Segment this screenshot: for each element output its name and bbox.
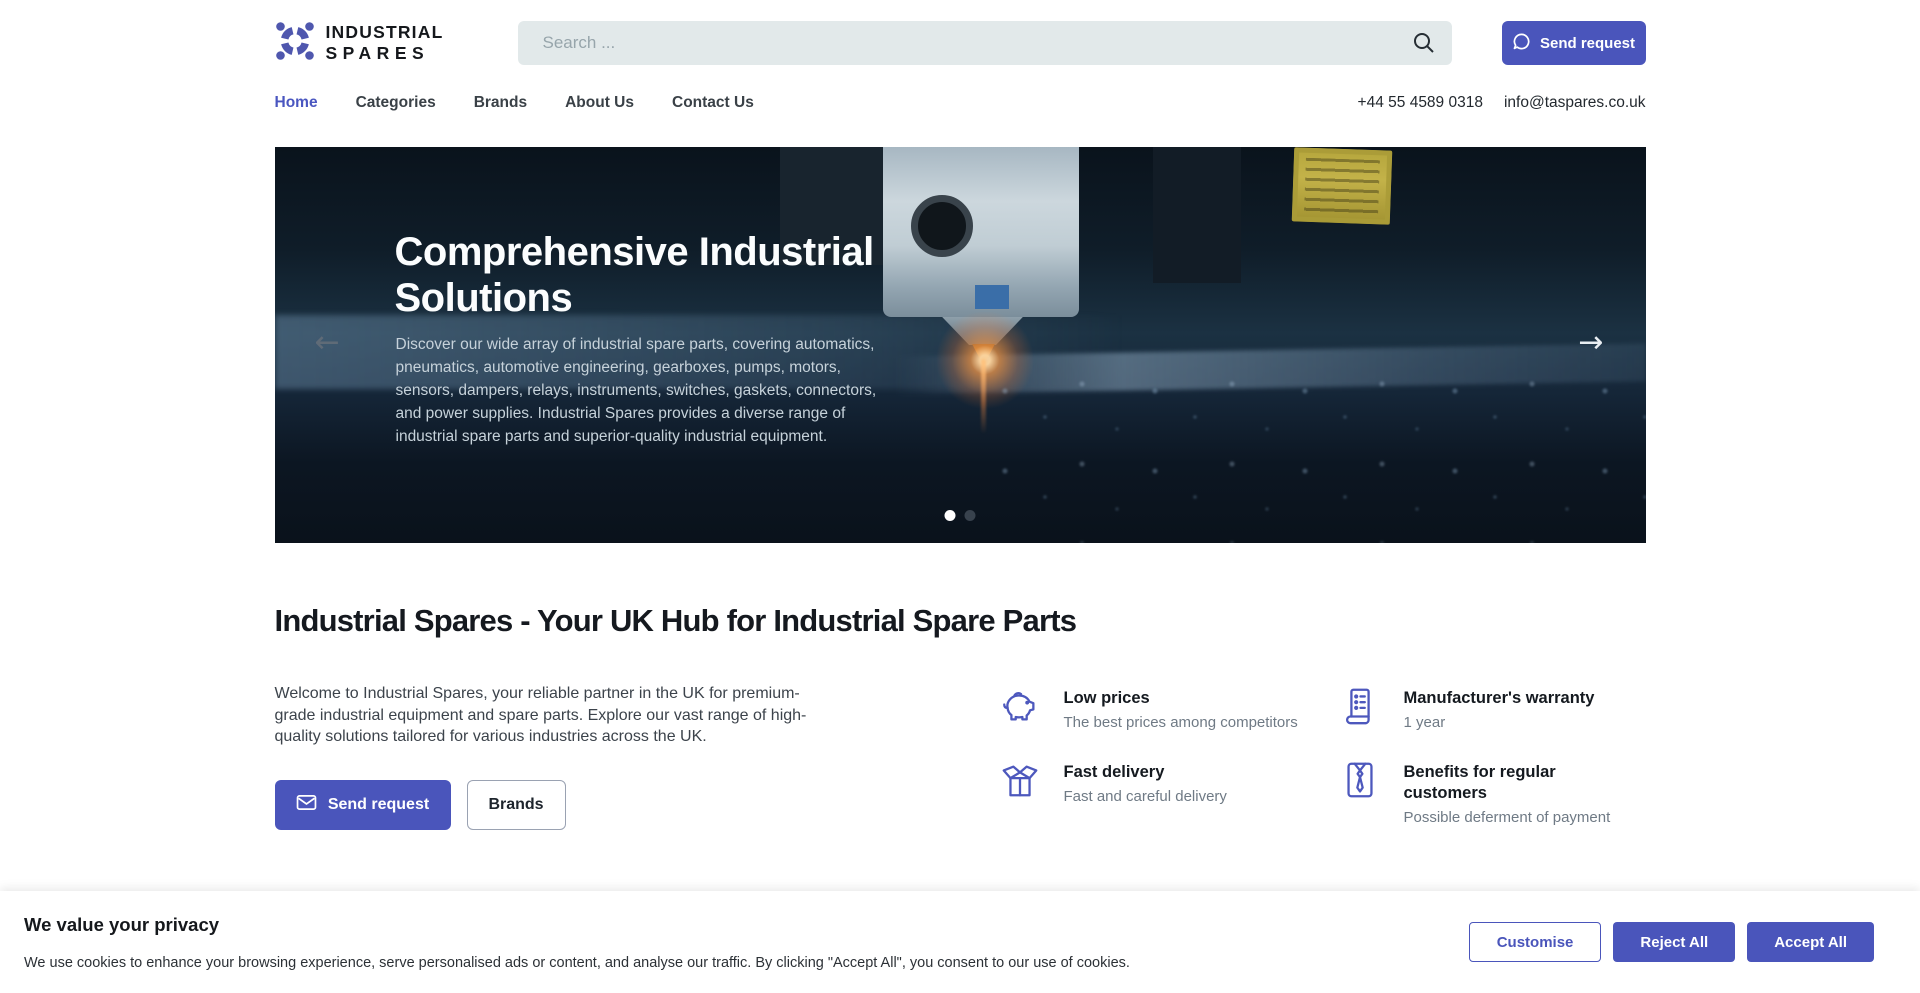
brand-name-line2: SPARES (326, 45, 444, 63)
open-box-icon (999, 759, 1041, 801)
laser-cutter-lens (911, 195, 973, 257)
carousel-dot-2[interactable] (965, 510, 976, 521)
nav-item-about-us[interactable]: About Us (565, 94, 634, 112)
brand-name: INDUSTRIAL SPARES (326, 24, 444, 62)
feature-benefits: Benefits for regular customers Possible … (1339, 759, 1646, 826)
nav-links: Home Categories Brands About Us Contact … (275, 94, 754, 112)
feature-title: Benefits for regular customers (1404, 762, 1579, 804)
carousel-dot-1[interactable] (945, 510, 956, 521)
brand-logo-icon (275, 21, 315, 66)
hero-title-line2: Solutions (395, 276, 573, 320)
carousel-next-arrow-icon[interactable]: → (1578, 325, 1603, 361)
feature-subtitle: Possible deferment of payment (1404, 809, 1611, 826)
feature-subtitle: The best prices among competitors (1064, 714, 1298, 731)
nav-item-contact-us[interactable]: Contact Us (672, 94, 754, 112)
search-icon[interactable] (1412, 31, 1436, 55)
accept-all-button[interactable]: Accept All (1747, 922, 1874, 962)
feature-text: Manufacturer's warranty 1 year (1404, 685, 1595, 731)
feature-title: Fast delivery (1064, 762, 1227, 783)
piggy-bank-icon (999, 685, 1041, 727)
customise-button[interactable]: Customise (1469, 922, 1602, 962)
feature-low-prices: Low prices The best prices among competi… (999, 685, 1339, 731)
shirt-tie-icon (1339, 759, 1381, 801)
laser-spark-beam (981, 359, 986, 434)
cookie-title: We value your privacy (24, 914, 1427, 936)
carousel-dots (945, 510, 976, 521)
nav-item-home[interactable]: Home (275, 94, 318, 112)
intro-section: Welcome to Industrial Spares, your relia… (275, 683, 1646, 830)
intro-text: Welcome to Industrial Spares, your relia… (275, 683, 835, 748)
feature-fast-delivery: Fast delivery Fast and careful delivery (999, 759, 1339, 826)
email-address[interactable]: info@taspares.co.uk (1504, 94, 1646, 112)
hero-title: Comprehensive Industrial Solutions (395, 229, 874, 321)
bokeh-texture (987, 369, 1645, 543)
cta-row: Send request Brands (275, 780, 835, 830)
cookie-text: We value your privacy We use cookies to … (24, 914, 1457, 971)
header: INDUSTRIAL SPARES Send request (275, 0, 1646, 66)
feature-subtitle: 1 year (1404, 714, 1595, 731)
warranty-receipt-icon (1339, 685, 1381, 727)
machine-badge (975, 285, 1009, 309)
brand-logo[interactable]: INDUSTRIAL SPARES (275, 21, 518, 66)
search-input[interactable] (518, 21, 1452, 65)
envelope-icon (296, 794, 317, 816)
send-request-button-main[interactable]: Send request (275, 780, 451, 830)
send-request-main-label: Send request (328, 796, 429, 814)
feature-title: Manufacturer's warranty (1404, 688, 1595, 709)
carousel-prev-arrow-icon[interactable]: ← (315, 325, 340, 361)
machine-frame-right (1153, 147, 1241, 283)
phone-number[interactable]: +44 55 4589 0318 (1358, 94, 1483, 112)
feature-title: Low prices (1064, 688, 1298, 709)
chat-bubble-icon (1512, 32, 1531, 55)
hero-carousel: Comprehensive Industrial Solutions Disco… (275, 147, 1646, 543)
search-bar (518, 21, 1452, 65)
feature-text: Benefits for regular customers Possible … (1404, 759, 1611, 826)
main-navigation: Home Categories Brands About Us Contact … (275, 92, 1646, 114)
send-request-button-header[interactable]: Send request (1502, 21, 1646, 65)
reject-all-button[interactable]: Reject All (1613, 922, 1735, 962)
feature-warranty: Manufacturer's warranty 1 year (1339, 685, 1646, 731)
cookie-consent-banner: We value your privacy We use cookies to … (0, 891, 1920, 993)
intro-column: Welcome to Industrial Spares, your relia… (275, 683, 835, 830)
feature-text: Low prices The best prices among competi… (1064, 685, 1298, 731)
page-title: Industrial Spares - Your UK Hub for Indu… (275, 603, 1646, 639)
hero-title-line1: Comprehensive Industrial (395, 230, 874, 274)
feature-text: Fast delivery Fast and careful delivery (1064, 759, 1227, 826)
header-contacts: +44 55 4589 0318 info@taspares.co.uk (1358, 94, 1646, 112)
cookie-message: We use cookies to enhance your browsing … (24, 955, 1427, 971)
hero-description: Discover our wide array of industrial sp… (396, 333, 901, 448)
brand-name-line1: INDUSTRIAL (326, 24, 444, 42)
warning-label (1291, 147, 1392, 224)
send-request-label: Send request (1540, 35, 1635, 52)
features-grid: Low prices The best prices among competi… (999, 683, 1646, 826)
nav-item-brands[interactable]: Brands (474, 94, 527, 112)
feature-subtitle: Fast and careful delivery (1064, 788, 1227, 805)
nav-item-categories[interactable]: Categories (356, 94, 436, 112)
brands-button[interactable]: Brands (467, 780, 566, 830)
